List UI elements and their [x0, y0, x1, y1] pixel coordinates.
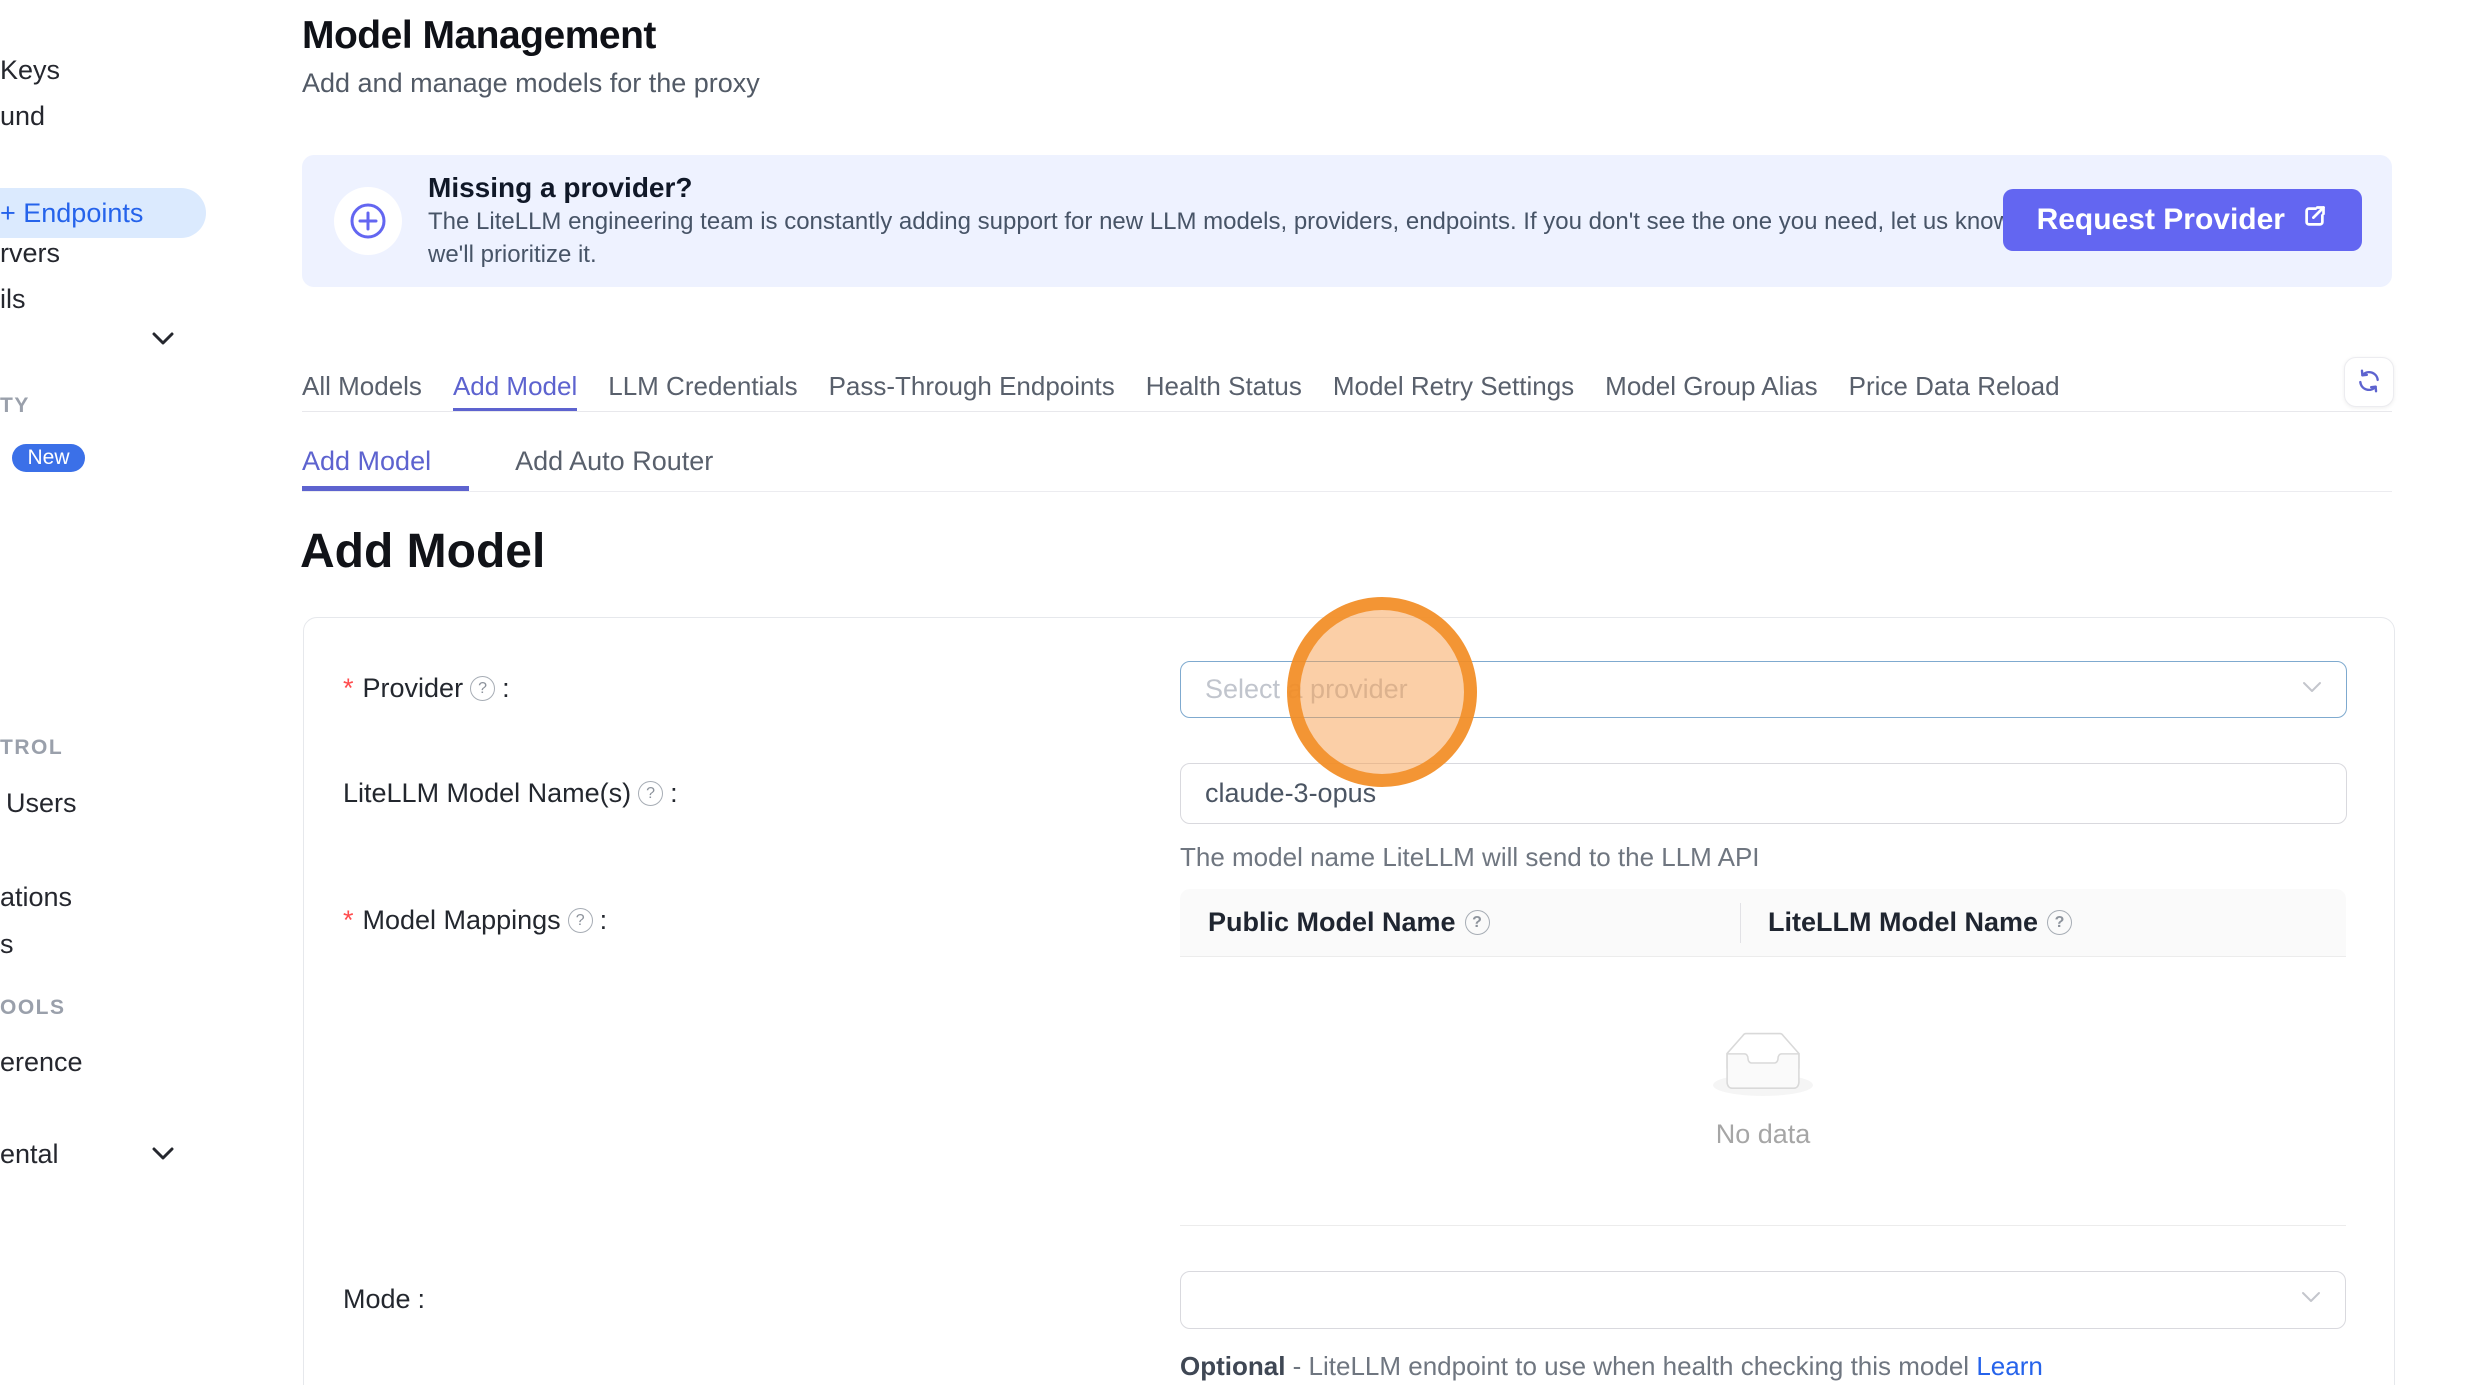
tab-model-group-alias[interactable]: Model Group Alias — [1605, 364, 1817, 411]
banner-body-line1: The LiteLLM engineering team is constant… — [428, 207, 2058, 237]
tab-health-status[interactable]: Health Status — [1146, 364, 1302, 411]
new-badge: New — [12, 444, 85, 472]
help-question-icon[interactable]: ? — [568, 908, 593, 933]
sidebar-item-models-endpoints[interactable]: + Endpoints — [0, 188, 206, 238]
sidebar-item-virtual-keys[interactable]: Keys — [0, 55, 60, 86]
sidebar-section-label: TROL — [0, 736, 63, 760]
tab-add-model[interactable]: Add Model — [453, 364, 577, 411]
request-provider-button[interactable]: Request Provider — [2003, 189, 2362, 251]
label-colon: : — [600, 905, 608, 936]
page-subtitle: Add and manage models for the proxy — [302, 68, 760, 99]
empty-inbox-icon — [1713, 1032, 1813, 1101]
refresh-button[interactable] — [2344, 357, 2394, 407]
help-question-icon[interactable]: ? — [1465, 910, 1490, 935]
model-mappings-empty-state: No data — [1180, 957, 2346, 1226]
provider-label-text: Provider — [363, 673, 464, 704]
page-header: Model Management Add and manage models f… — [302, 14, 760, 99]
help-question-icon[interactable]: ? — [2047, 910, 2072, 935]
mode-label: Mode : — [343, 1284, 425, 1315]
model-name-help-text: The model name LiteLLM will send to the … — [1180, 842, 1760, 873]
public-model-name-header-text: Public Model Name — [1208, 907, 1456, 938]
mode-help-body: - LiteLLM endpoint to use when health ch… — [1285, 1351, 1976, 1381]
subtab-add-model[interactable]: Add Model — [302, 438, 469, 491]
model-mappings-table: Public Model Name ? LiteLLM Model Name ? — [1180, 889, 2346, 1226]
banner-title: Missing a provider? — [428, 172, 2058, 204]
request-provider-label: Request Provider — [2037, 203, 2285, 237]
label-colon: : — [670, 778, 678, 809]
sidebar-item-teams[interactable]: s — [0, 929, 14, 960]
add-model-heading: Add Model — [300, 524, 545, 579]
label-colon: : — [502, 673, 510, 704]
model-mappings-label: * Model Mappings ? : — [343, 905, 607, 936]
chevron-down-icon[interactable] — [152, 1147, 174, 1161]
help-question-icon[interactable]: ? — [470, 676, 495, 701]
label-colon: : — [418, 1284, 426, 1315]
model-name-label: LiteLLM Model Name(s) ? : — [343, 778, 678, 809]
page-title: Model Management — [302, 14, 760, 58]
refresh-icon — [2356, 368, 2382, 397]
learn-more-link[interactable]: Learn — [1976, 1351, 2043, 1381]
sidebar-item-inference[interactable]: erence — [0, 1047, 83, 1078]
tab-model-retry-settings[interactable]: Model Retry Settings — [1333, 364, 1574, 411]
help-question-icon[interactable]: ? — [638, 781, 663, 806]
subtab-add-auto-router[interactable]: Add Auto Router — [515, 438, 713, 491]
banner-body-line2: we'll prioritize it. — [428, 240, 2058, 270]
mode-select[interactable] — [1180, 1271, 2346, 1329]
external-link-icon — [2301, 203, 2328, 238]
chevron-down-icon[interactable] — [152, 332, 174, 346]
mode-help-optional: Optional — [1180, 1351, 1285, 1381]
chevron-down-icon — [2302, 681, 2322, 699]
litellm-model-name-header-text: LiteLLM Model Name — [1768, 907, 2038, 938]
provider-select[interactable]: Select a provider — [1180, 661, 2347, 718]
required-asterisk: * — [343, 905, 354, 936]
tab-price-data-reload[interactable]: Price Data Reload — [1849, 364, 2060, 411]
model-management-page: Keys und + Endpoints rvers ils TY New TR… — [0, 0, 2477, 1385]
sidebar-section-label: TY — [0, 394, 30, 418]
model-mappings-label-text: Model Mappings — [363, 905, 561, 936]
mode-label-text: Mode — [343, 1284, 411, 1315]
provider-select-placeholder: Select a provider — [1205, 674, 1408, 705]
provider-label: * Provider ? : — [343, 673, 510, 704]
model-mappings-table-header: Public Model Name ? LiteLLM Model Name ? — [1180, 889, 2346, 957]
sidebar-item-organizations[interactable]: ations — [0, 882, 72, 913]
tab-all-models[interactable]: All Models — [302, 364, 422, 411]
sidebar-item-mcp-servers[interactable]: rvers — [0, 238, 60, 269]
column-header-public-model-name: Public Model Name ? — [1180, 907, 1740, 938]
tab-llm-credentials[interactable]: LLM Credentials — [608, 364, 797, 411]
sidebar-section-label: OOLS — [0, 996, 66, 1020]
sidebar-item-experimental[interactable]: ental — [0, 1139, 59, 1170]
missing-provider-banner: Missing a provider? The LiteLLM engineer… — [302, 155, 2392, 287]
add-model-subtabs: Add Model Add Auto Router — [302, 438, 2392, 492]
mode-help-text: Optional - LiteLLM endpoint to use when … — [1180, 1351, 2043, 1382]
plus-circle-icon — [334, 187, 402, 255]
column-divider — [1740, 903, 1741, 943]
required-asterisk: * — [343, 673, 354, 704]
column-header-litellm-model-name: LiteLLM Model Name ? — [1740, 907, 2072, 938]
add-model-form-card: * Provider ? : Select a provider LiteLLM… — [303, 617, 2395, 1385]
sidebar-item-guardrails[interactable]: ils — [0, 284, 26, 315]
model-name-input[interactable] — [1180, 763, 2347, 824]
model-name-label-text: LiteLLM Model Name(s) — [343, 778, 631, 809]
no-data-text: No data — [1716, 1119, 1811, 1150]
tab-pass-through-endpoints[interactable]: Pass-Through Endpoints — [829, 364, 1115, 411]
model-hub-tabs: All Models Add Model LLM Credentials Pas… — [302, 364, 2392, 412]
chevron-down-icon — [2301, 1291, 2321, 1309]
sidebar-item-playground[interactable]: und — [0, 101, 45, 132]
sidebar-item-internal-users[interactable]: Users — [6, 788, 77, 819]
